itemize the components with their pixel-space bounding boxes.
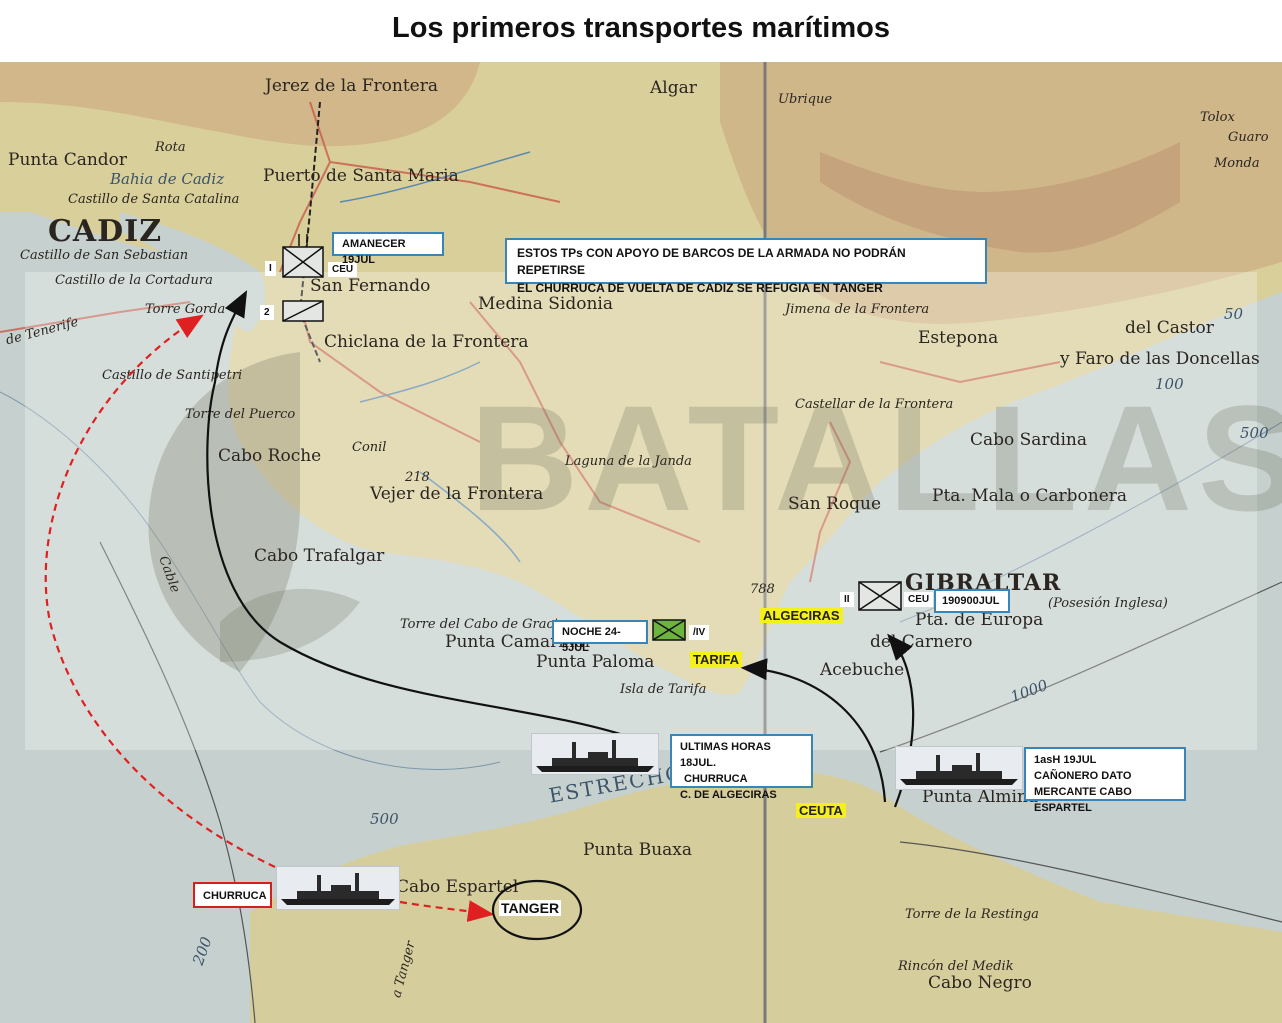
dato-line-2: CAÑONERO DATO bbox=[1034, 769, 1132, 782]
page-title: Los primeros transportes marítimos bbox=[392, 12, 890, 44]
dato-box: 1asH 19JUL CAÑONERO DATO MERCANTE CABO E… bbox=[1024, 747, 1186, 814]
unit-3-ceu: CEU bbox=[904, 592, 934, 607]
unit-2-number: 2 bbox=[260, 305, 274, 320]
tanger-label: TANGER bbox=[499, 900, 562, 916]
route-churruca-tanger bbox=[399, 900, 495, 922]
ultimas-line-3: C. DE ALGECIRAS bbox=[680, 788, 777, 801]
unit-symbol-green bbox=[652, 619, 686, 641]
unit-symbol-3 bbox=[858, 581, 902, 611]
unit-1-number: I bbox=[265, 261, 276, 276]
ship-churruca bbox=[276, 866, 400, 910]
highlight-algeciras: ALGECIRAS bbox=[760, 608, 843, 623]
ship-dato bbox=[895, 746, 1023, 790]
churruca-label: CHURRUCA bbox=[193, 882, 272, 908]
noche-label: NOCHE 24-5JUL bbox=[552, 620, 648, 654]
note-line-1: ESTOS TPs CON APOYO DE BARCOS DE LA ARMA… bbox=[517, 246, 906, 278]
ultimas-line-1: ULTIMAS HORAS 18JUL. bbox=[680, 741, 771, 769]
note-box: ESTOS TPs CON APOYO DE BARCOS DE LA ARMA… bbox=[505, 238, 987, 295]
dato-line-1: 1asH 19JUL bbox=[1034, 754, 1097, 766]
unit-1-echelon bbox=[298, 234, 308, 246]
highlight-ceuta: CEUTA bbox=[796, 803, 846, 818]
route-ceuta-cadiz bbox=[206, 290, 631, 739]
route-overlay bbox=[44, 290, 915, 941]
ultimas-box: ULTIMAS HORAS 18JUL. CHURRUCA C. DE ALGE… bbox=[670, 734, 813, 801]
route-churruca-red bbox=[44, 314, 276, 868]
unit-3-number: II bbox=[840, 592, 854, 607]
time-190900: 190900JUL bbox=[934, 589, 1010, 613]
unit-green-iv: /IV bbox=[689, 625, 710, 640]
highlight-tarifa: TARIFA bbox=[690, 652, 742, 667]
map-area[interactable]: BATALLAS Jerez de la Frontera Puerto de … bbox=[0, 62, 1282, 1023]
amanecer-label: AMANECER 19JUL bbox=[332, 232, 444, 266]
ship-churruca-algeciras bbox=[531, 733, 659, 775]
unit-symbol-2 bbox=[282, 300, 324, 322]
dato-line-3: MERCANTE CABO ESPARTEL bbox=[1034, 785, 1132, 814]
unit-symbol-1 bbox=[282, 246, 324, 278]
ultimas-line-2: CHURRUCA bbox=[684, 772, 748, 785]
note-line-2: EL CHURRUCA DE VUELTA DE CADIZ SE REFUGI… bbox=[517, 280, 883, 295]
